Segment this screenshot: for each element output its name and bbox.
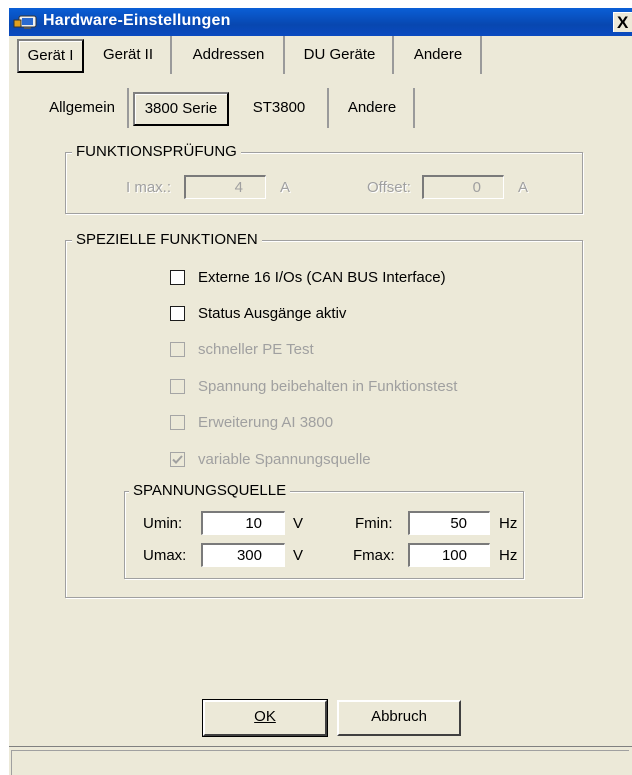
tab-label: Gerät I: [27, 47, 74, 64]
imax-label: I max.:: [126, 179, 172, 196]
fmin-label: Fmin:: [355, 515, 393, 532]
tab-du-geraete[interactable]: DU Geräte: [287, 36, 394, 74]
checkbox-box[interactable]: [170, 342, 185, 357]
subtab-andere[interactable]: Andere: [331, 88, 415, 128]
checkmark-icon: [172, 455, 183, 464]
tab-label: Andere: [413, 46, 463, 63]
checkbox-box[interactable]: [170, 452, 185, 467]
spannungsquelle-group: SPANNUNGSQUELLE Umin: 10 V Fmin: 50 Hz U…: [124, 481, 524, 579]
checkbox-box[interactable]: [170, 415, 185, 430]
spezielle-funktionen-group: SPEZIELLE FUNKTIONEN Externe 16 I/Os (CA…: [65, 230, 583, 598]
cancel-button[interactable]: Abbruch: [337, 700, 461, 736]
umin-unit: V: [293, 515, 304, 532]
umin-field[interactable]: 10: [201, 511, 285, 535]
tab-label: Addressen: [192, 46, 265, 63]
checkbox-box[interactable]: [170, 270, 185, 285]
tab-label: Gerät II: [102, 46, 154, 63]
window-title: Hardware-Einstellungen: [43, 12, 231, 29]
spannungsquelle-legend: SPANNUNGSQUELLE: [129, 481, 291, 501]
subtab-allgemein[interactable]: Allgemein: [37, 88, 129, 128]
status-panel: [11, 750, 629, 775]
umax-unit: V: [293, 547, 304, 564]
imax-field[interactable]: 4: [184, 175, 266, 199]
close-icon: X: [617, 13, 629, 32]
checkbox-box[interactable]: [170, 306, 185, 321]
close-button[interactable]: X: [613, 12, 632, 32]
subtab-3800-serie[interactable]: 3800 Serie: [133, 92, 229, 126]
funktionspruefung-group: FUNKTIONSPRÜFUNG I max.: 4 A Offset: 0 A: [65, 142, 583, 214]
umax-field[interactable]: 300: [201, 543, 285, 567]
sub-tabs: Allgemein 3800 Serie ST3800 Andere: [9, 88, 632, 132]
ok-button-label: OK: [254, 708, 276, 725]
ok-button[interactable]: OK: [202, 699, 328, 737]
tab-geraet-2[interactable]: Gerät II: [86, 36, 172, 74]
tab-label: DU Geräte: [303, 46, 376, 63]
tab-geraet-1[interactable]: Gerät I: [17, 39, 84, 73]
umin-label: Umin:: [143, 515, 183, 532]
imax-unit: A: [280, 179, 291, 196]
funktionspruefung-legend: FUNKTIONSPRÜFUNG: [72, 142, 241, 162]
checkbox-label: variable Spannungsquelle: [198, 451, 371, 468]
checkbox-label: schneller PE Test: [198, 341, 314, 358]
device-tabs: Gerät I Gerät II Addressen DU Geräte And…: [9, 36, 632, 74]
cancel-button-label: Abbruch: [371, 708, 427, 725]
fmin-unit: Hz: [499, 515, 518, 532]
checkbox-label: Spannung beibehalten in Funktionstest: [198, 378, 458, 395]
checkbox-label: Erweiterung AI 3800: [198, 414, 334, 431]
tab-addressen[interactable]: Addressen: [174, 36, 285, 74]
fmin-field[interactable]: 50: [408, 511, 490, 535]
checkbox-label: Status Ausgänge aktiv: [198, 305, 347, 322]
subtab-label: Andere: [347, 99, 397, 116]
subtab-label: Allgemein: [49, 99, 115, 116]
spezielle-funktionen-legend: SPEZIELLE FUNKTIONEN: [72, 230, 262, 250]
tab-andere[interactable]: Andere: [396, 36, 482, 74]
umax-label: Umax:: [143, 547, 187, 564]
subtab-st3800[interactable]: ST3800: [231, 88, 329, 128]
hardware-settings-dialog: Hardware-Einstellungen X Gerät I Gerät I…: [8, 8, 632, 775]
title-bar[interactable]: Hardware-Einstellungen X: [9, 8, 632, 36]
hardware-app-icon: [13, 15, 37, 29]
fmax-field[interactable]: 100: [408, 543, 490, 567]
offset-unit: A: [518, 179, 529, 196]
fmax-unit: Hz: [499, 547, 518, 564]
subtab-label: 3800 Serie: [144, 100, 218, 117]
offset-field[interactable]: 0: [422, 175, 504, 199]
offset-label: Offset:: [367, 179, 411, 196]
status-bar: [9, 746, 632, 775]
fmax-label: Fmax:: [353, 547, 395, 564]
subtab-label: ST3800: [252, 99, 306, 116]
checkbox-box[interactable]: [170, 379, 185, 394]
checkbox-label: Externe 16 I/Os (CAN BUS Interface): [198, 269, 446, 286]
